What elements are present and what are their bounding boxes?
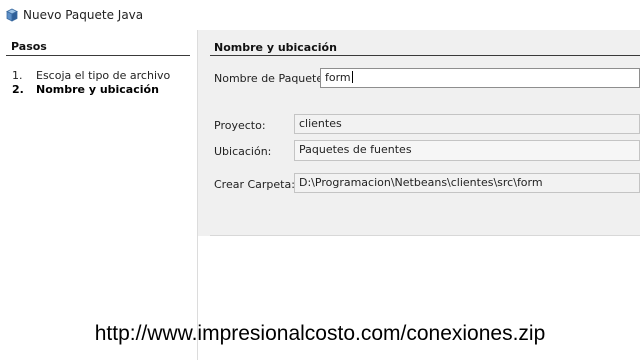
steps-heading: Pasos [11, 40, 47, 53]
folder-label: Crear Carpeta: [214, 178, 295, 191]
panel-title-divider [210, 55, 640, 56]
folder-value: D:\Programacion\Netbeans\clientes\src\fo… [299, 176, 543, 189]
steps-panel: Pasos 1. Escoja el tipo de archivo 2. Nomb… [0, 30, 197, 360]
form-panel: Nombre y ubicación Nombre de Paquete: fo… [198, 30, 640, 360]
location-select[interactable]: Paquetes de fuentes [294, 140, 640, 161]
steps-divider [6, 55, 190, 56]
footer-url: http://www.impresionalcosto.com/conexion… [94, 322, 546, 345]
netbeans-cube-icon [6, 8, 18, 22]
location-value: Paquetes de fuentes [299, 143, 412, 156]
package-name-value: form [325, 71, 351, 84]
step-number: 2. [12, 83, 24, 96]
step-label: Escoja el tipo de archivo [36, 69, 171, 82]
window-title: Nuevo Paquete Java [23, 8, 144, 22]
project-field[interactable]: clientes [294, 114, 640, 134]
step-item-2: 2. Nombre y ubicación [12, 83, 159, 96]
location-label: Ubicación: [214, 145, 272, 158]
step-item-1: 1. Escoja el tipo de archivo [12, 69, 170, 82]
text-caret [351, 71, 353, 83]
project-label: Proyecto: [214, 119, 266, 132]
package-name-input[interactable]: form [320, 68, 640, 88]
panel-title: Nombre y ubicación [214, 41, 337, 54]
project-value: clientes [299, 117, 342, 130]
step-number: 1. [12, 69, 23, 82]
folder-field[interactable]: D:\Programacion\Netbeans\clientes\src\fo… [294, 173, 640, 193]
step-label: Nombre y ubicación [36, 83, 159, 96]
package-name-label: Nombre de Paquete: [214, 72, 327, 85]
title-bar: Nuevo Paquete Java [0, 0, 640, 31]
